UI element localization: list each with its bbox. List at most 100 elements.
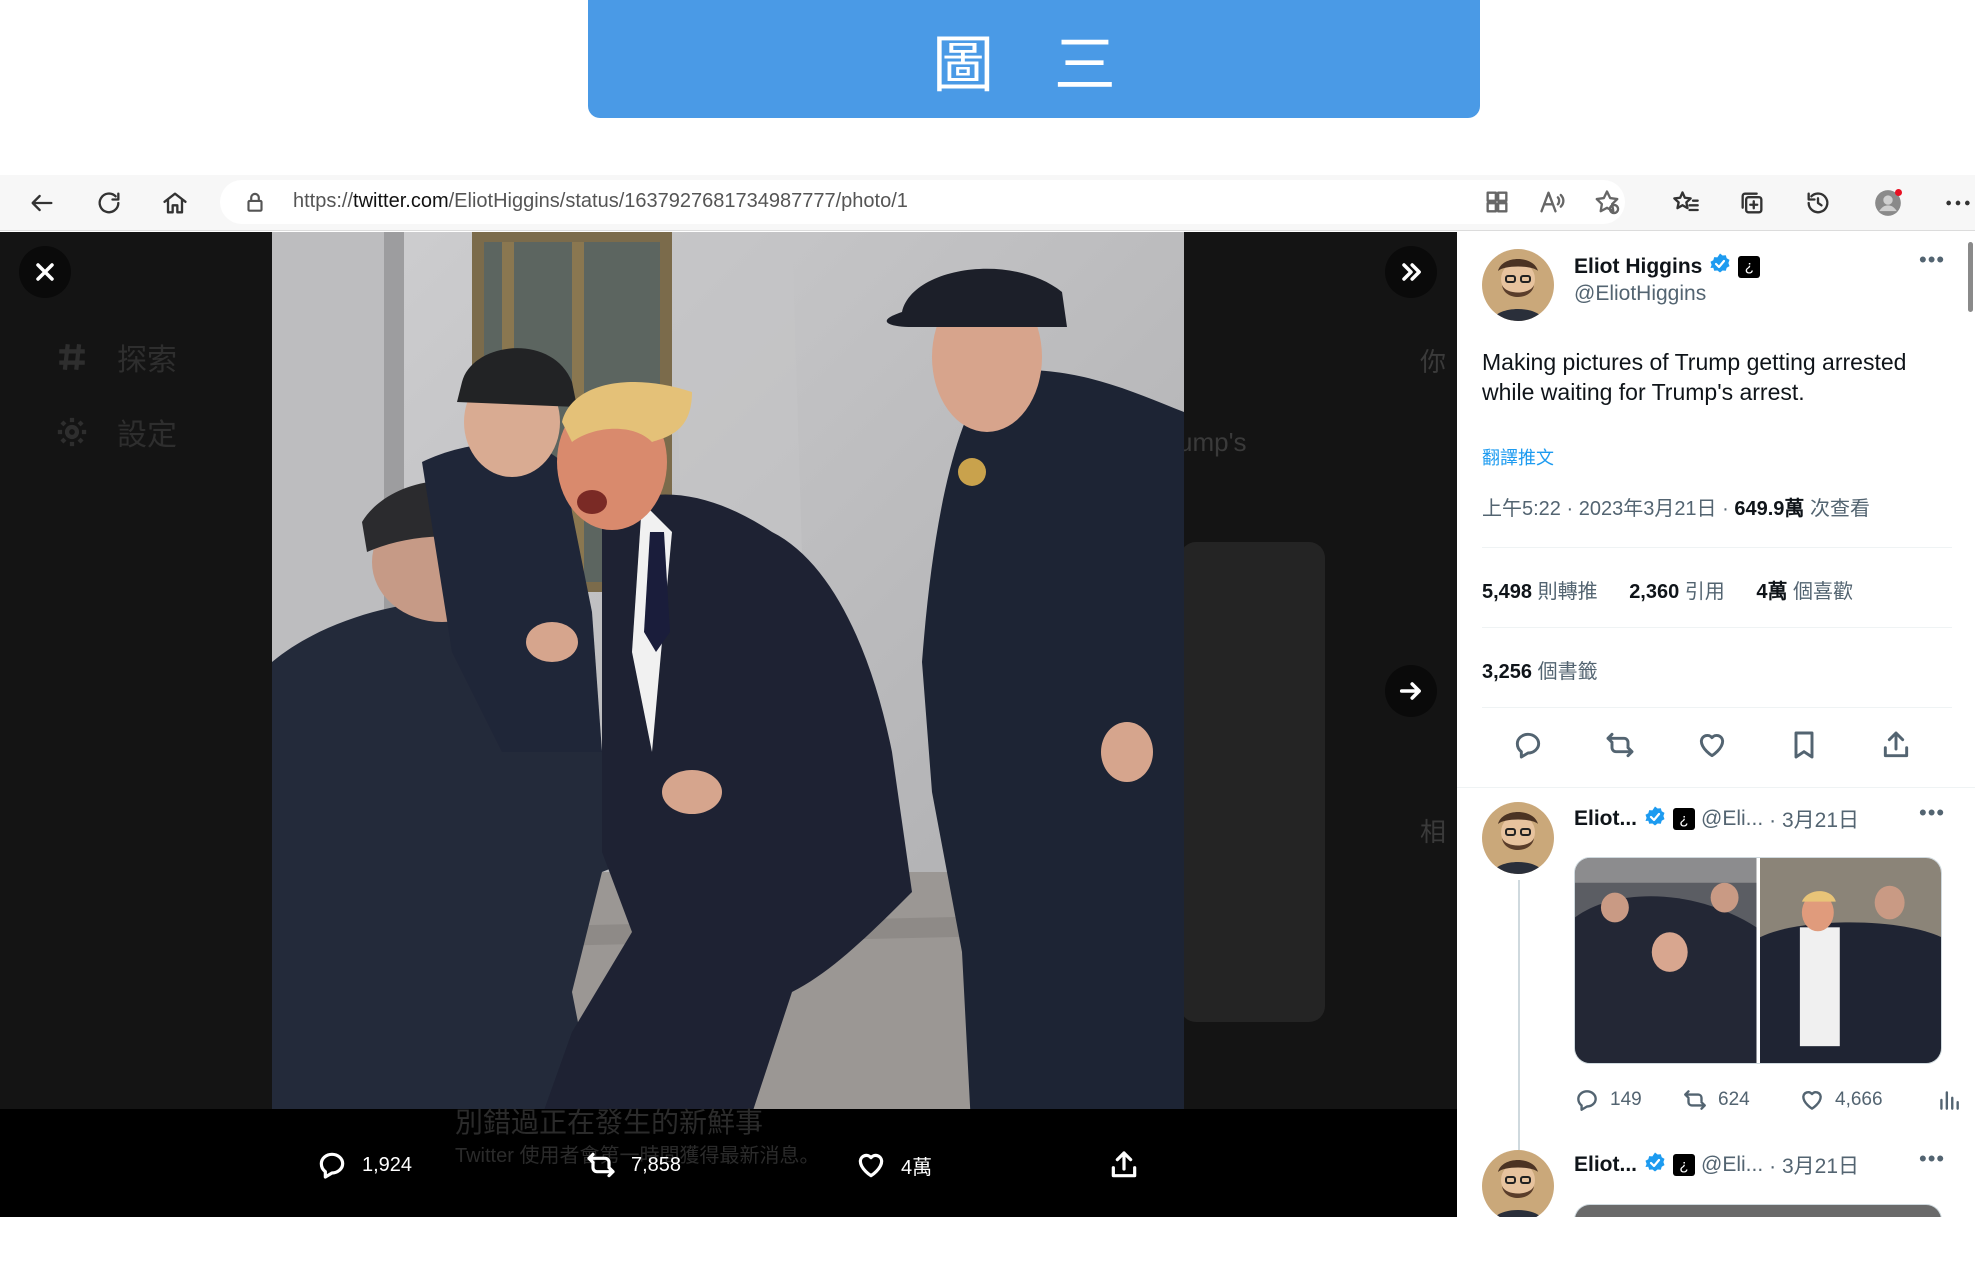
retweet-icon [587,1152,615,1178]
double-chevron-right-icon [1402,263,1421,281]
photo-viewer: 探索 設定 ump's 你 相 別錯過正在發生的新鮮事 Twitter 使用者會… [0,232,1457,1217]
apps-icon[interactable] [1483,188,1513,218]
divider [1482,547,1952,548]
collections-icon[interactable] [1734,185,1770,221]
reply-reply-button[interactable]: 149 [1574,1087,1642,1113]
reply-reply-count: 149 [1610,1089,1642,1110]
history-icon[interactable] [1800,185,1836,221]
tweet-timestamp[interactable]: 上午5:22 · 2023年3月21日 · [1482,498,1734,520]
thread-line [1518,880,1520,1150]
verified-badge-icon [1643,1151,1667,1180]
reply-author-row: Eliot... ¿ @Eli... · 3月21日 [1574,1150,1859,1180]
refresh-icon[interactable] [91,185,127,221]
close-icon [36,263,54,281]
hashtag-icon [55,340,89,374]
url-domain: twitter.com [353,190,449,212]
bookmarks-stat[interactable]: 3,256 個書籤 [1482,661,1598,683]
read-aloud-icon[interactable] [1538,188,1568,218]
reply-icon [319,1152,345,1179]
sidebar-label-settings: 設定 [117,419,177,452]
retweets-stat[interactable]: 5,498 則轉推 [1482,581,1598,603]
reply-media-grid[interactable] [1574,857,1942,1064]
verified-badge-icon [1643,805,1667,834]
bookmark-button[interactable] [1788,729,1822,763]
reply-like-count: 4,666 [1835,1089,1883,1110]
add-favorite-icon[interactable] [1593,188,1623,218]
retweet-icon [1684,1090,1706,1110]
background-text-fragment: 你 [1420,347,1447,377]
reply-author-name[interactable]: Eliot... [1574,1153,1637,1177]
back-icon[interactable] [24,185,60,221]
next-photo-button[interactable] [1385,665,1437,717]
viewer-like-button[interactable]: 4萬 [855,1149,932,1181]
lock-icon[interactable] [242,189,268,215]
sidebar-label-explore: 探索 [117,344,177,377]
viewer-reply-button[interactable]: 1,924 [316,1149,412,1181]
author-handle[interactable]: @EliotHiggins [1574,282,1706,306]
likes-stat[interactable]: 4萬 個喜歡 [1756,581,1853,603]
share-button[interactable] [1880,729,1914,763]
avatar[interactable] [1482,802,1554,874]
close-button[interactable] [19,246,71,298]
reply-date[interactable]: · 3月21日 [1769,1150,1859,1180]
quotes-stat[interactable]: 2,360 引用 [1629,581,1725,603]
address-bar[interactable]: https://twitter.com/EliotHiggins/status/… [220,180,1625,224]
avatar[interactable] [1482,249,1554,321]
retweet-count: 7,858 [631,1153,682,1176]
bookmarks-stat-row: 3,256 個書籤 [1482,655,1624,684]
collapse-panel-button[interactable] [1385,246,1437,298]
home-icon[interactable] [157,185,193,221]
favorites-icon[interactable] [1668,185,1704,221]
affiliation-badge-icon: ¿ [1673,1154,1695,1176]
affiliation-badge-icon: ¿ [1738,255,1761,278]
author-name[interactable]: Eliot Higgins [1574,255,1702,279]
tweet-text: Making pictures of Trump getting arreste… [1482,349,1907,405]
reply-action-row: 149 624 4,666 [1574,1087,1964,1117]
viewer-action-bar: 別錯過正在發生的新鮮事 Twitter 使用者會第一時間獲得最新消息。 1,92… [0,1107,1457,1217]
background-text-fragment: 別錯過正在發生的新鮮事 [455,1107,764,1138]
more-options-icon[interactable]: ••• [1919,800,1945,826]
reply-analytics-button[interactable] [1936,1087,1962,1113]
affiliation-badge-icon: ¿ [1673,808,1695,830]
figure-title: 圖 三 [932,28,1136,101]
reply-retweet-count: 624 [1718,1089,1750,1110]
reply-author-handle[interactable]: @Eli... [1701,807,1763,831]
reply-retweet-button[interactable]: 624 [1682,1087,1750,1113]
url-path: /EliotHiggins/status/1637927681734987777… [448,190,908,212]
reply-media-image[interactable] [1575,858,1757,1063]
avatar[interactable] [1482,1150,1554,1217]
tweet-detail-panel: Eliot Higgins ¿ @EliotHiggins ••• Making… [1457,232,1975,1217]
background-card [1180,542,1325,1022]
heart-icon [1802,1091,1822,1110]
reply-media-image[interactable] [1574,1204,1942,1217]
sidebar-item-settings: 設定 [55,412,177,452]
sidebar-item-explore: 探索 [55,337,177,377]
more-options-icon[interactable]: ••• [1919,1146,1945,1172]
retweet-icon [1606,732,1634,758]
reply-button[interactable] [1512,729,1546,763]
translate-tweet-link[interactable]: 翻譯推文 [1482,444,1554,470]
retweet-button[interactable] [1604,729,1638,763]
reply-like-button[interactable]: 4,666 [1799,1087,1883,1113]
reply-author-handle[interactable]: @Eli... [1701,1153,1763,1177]
more-icon[interactable] [1940,185,1975,221]
viewer-share-button[interactable] [1108,1149,1140,1181]
share-icon [1883,731,1909,758]
heart-icon [858,1153,884,1178]
reply-author-name[interactable]: Eliot... [1574,807,1637,831]
url-prefix: https:// [293,190,354,212]
screenshot-root: 圖 三 https://twitter.com/EliotHiggins/sta… [0,0,1975,1275]
more-options-icon[interactable]: ••• [1919,247,1945,273]
reply-date[interactable]: · 3月21日 [1769,804,1859,834]
heart-icon [1699,733,1725,758]
profile-icon[interactable] [1870,185,1906,221]
reply-media-image[interactable] [1759,858,1941,1063]
reply-count: 1,924 [362,1153,413,1176]
gear-icon [55,415,89,449]
arrest-scene-image [272,232,1184,1144]
scrollbar[interactable] [1968,242,1973,312]
viewer-retweet-button[interactable]: 7,858 [585,1149,681,1181]
like-button[interactable] [1696,729,1730,763]
reply-icon [1515,732,1541,759]
views-label: 次查看 [1804,498,1870,520]
